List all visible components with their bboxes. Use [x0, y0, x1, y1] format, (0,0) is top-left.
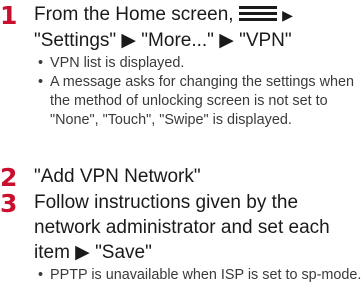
bullet-icon: • [38, 267, 44, 283]
step-number: 2 [0, 163, 18, 192]
note-item: • A message asks for changing the settin… [36, 73, 362, 130]
step-number: 3 [0, 189, 18, 218]
step-notes: • VPN list is displayed. • A message ask… [36, 54, 362, 130]
note-text: VPN list is displayed. [50, 55, 185, 71]
bullet-icon: • [38, 55, 44, 71]
step-title: Follow instructions given by the network… [34, 192, 330, 263]
step-title: From the Home screen, ▶ "Settings" ▶ "Mo… [34, 2, 362, 53]
note-text: A message asks for changing the settings… [50, 74, 354, 128]
arrow-icon: ▶ [282, 7, 293, 23]
step-title: "Add VPN Network" [34, 166, 201, 187]
bullet-icon: • [38, 74, 44, 90]
step-number: 1 [0, 1, 18, 30]
hamburger-menu-icon [238, 6, 277, 21]
step-notes: • PPTP is unavailable when ISP is set to… [36, 266, 362, 285]
note-item: • VPN list is displayed. [36, 54, 362, 73]
step-title-line: "Settings" ▶ "More..." ▶ "VPN" [34, 30, 292, 51]
note-text: PPTP is unavailable when ISP is set to s… [50, 267, 362, 283]
step-title-line: From the Home screen, [34, 4, 234, 25]
note-item: • PPTP is unavailable when ISP is set to… [36, 266, 362, 285]
